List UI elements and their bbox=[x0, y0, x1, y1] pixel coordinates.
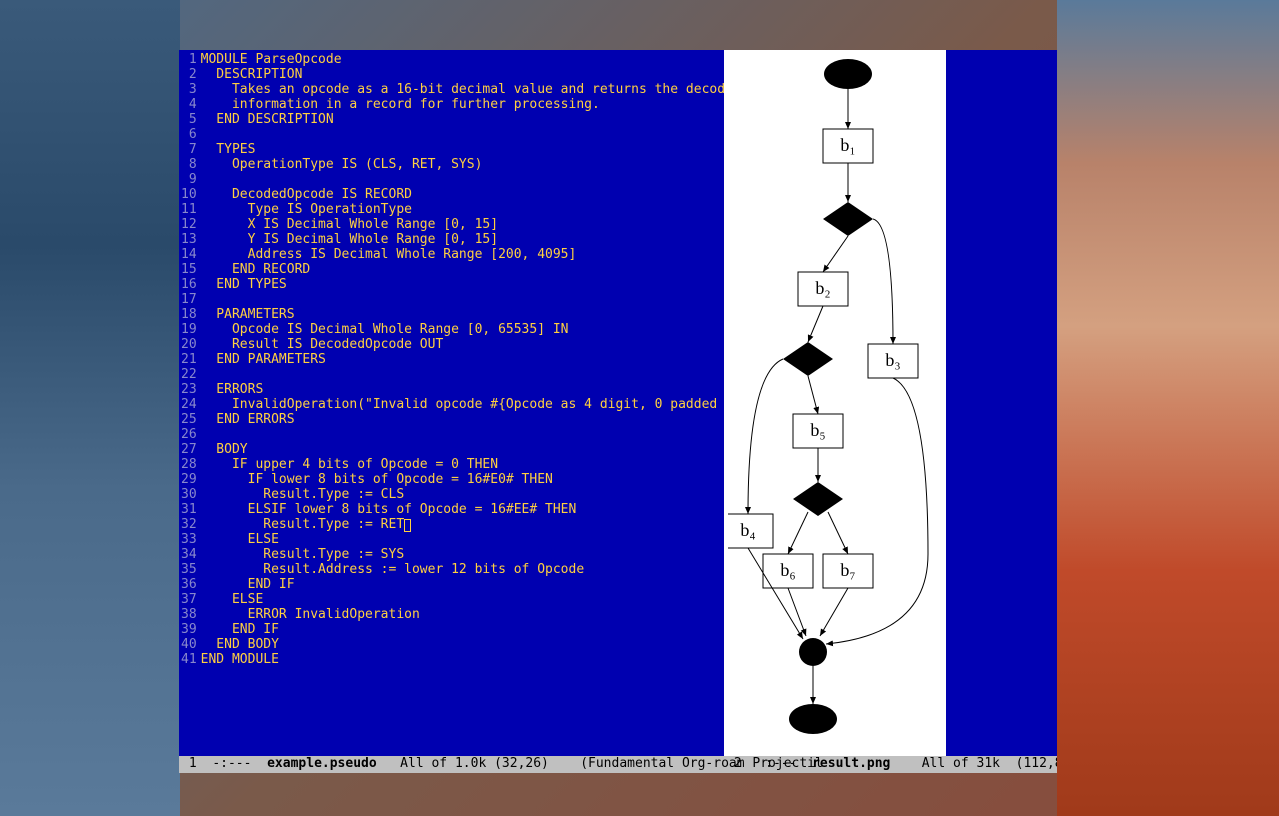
modeline-status: -:--- bbox=[212, 756, 251, 771]
editor-window: 1 2 3 4 5 6 7 8 9 10 11 12 13 14 15 16 1… bbox=[179, 50, 1057, 773]
flowchart-label-b7: b₇ bbox=[840, 560, 855, 580]
flowchart-label-b3: b₃ bbox=[885, 350, 900, 370]
flowchart-diagram: b₁ b₂ b₃ b₅ bbox=[728, 54, 942, 734]
modeline-window-num: 1 bbox=[189, 756, 197, 771]
code-buffer[interactable]: MODULE ParseOpcode DESCRIPTION Takes an … bbox=[201, 50, 724, 756]
flowchart-decision-3 bbox=[793, 482, 843, 516]
modeline-window-num-2: 2 bbox=[734, 756, 742, 771]
text-cursor bbox=[404, 519, 411, 532]
flowchart-label-b2: b₂ bbox=[815, 278, 830, 298]
flowchart-decision-2 bbox=[783, 342, 833, 376]
right-blue-margin bbox=[946, 50, 1057, 756]
flowchart-decision-1 bbox=[823, 202, 873, 236]
modeline-left[interactable]: 1 -:--- example.pseudo All of 1.0k (32,2… bbox=[179, 756, 724, 773]
background-right bbox=[1057, 0, 1279, 816]
modeline[interactable]: 1 -:--- example.pseudo All of 1.0k (32,2… bbox=[179, 756, 1057, 773]
flowchart-label-b5: b₅ bbox=[810, 420, 825, 440]
flowchart-label-b1: b₁ bbox=[840, 135, 855, 155]
modeline-position: All of 1.0k (32,26) bbox=[400, 756, 549, 771]
modeline-filename-2: result.png bbox=[812, 756, 890, 771]
flowchart-label-b6: b₆ bbox=[780, 560, 795, 580]
line-number-gutter: 1 2 3 4 5 6 7 8 9 10 11 12 13 14 15 16 1… bbox=[179, 50, 201, 756]
modeline-filename: example.pseudo bbox=[267, 756, 377, 771]
flowchart-end bbox=[789, 704, 837, 734]
flowchart-start bbox=[824, 59, 872, 89]
code-pane[interactable]: 1 2 3 4 5 6 7 8 9 10 11 12 13 14 15 16 1… bbox=[179, 50, 724, 756]
image-pane[interactable]: b₁ b₂ b₃ b₅ bbox=[724, 50, 946, 756]
flowchart-label-b4: b₄ bbox=[740, 520, 755, 540]
flowchart-merge bbox=[799, 638, 827, 666]
background-left bbox=[0, 0, 180, 816]
modeline-right[interactable]: 2 :--- result.png All of 31k (112,854) ( bbox=[724, 756, 1057, 773]
modeline-position-2: All of 31k (112,854) bbox=[922, 756, 1057, 771]
editor-panes: 1 2 3 4 5 6 7 8 9 10 11 12 13 14 15 16 1… bbox=[179, 50, 1057, 756]
modeline-status-2: :--- bbox=[765, 756, 796, 771]
